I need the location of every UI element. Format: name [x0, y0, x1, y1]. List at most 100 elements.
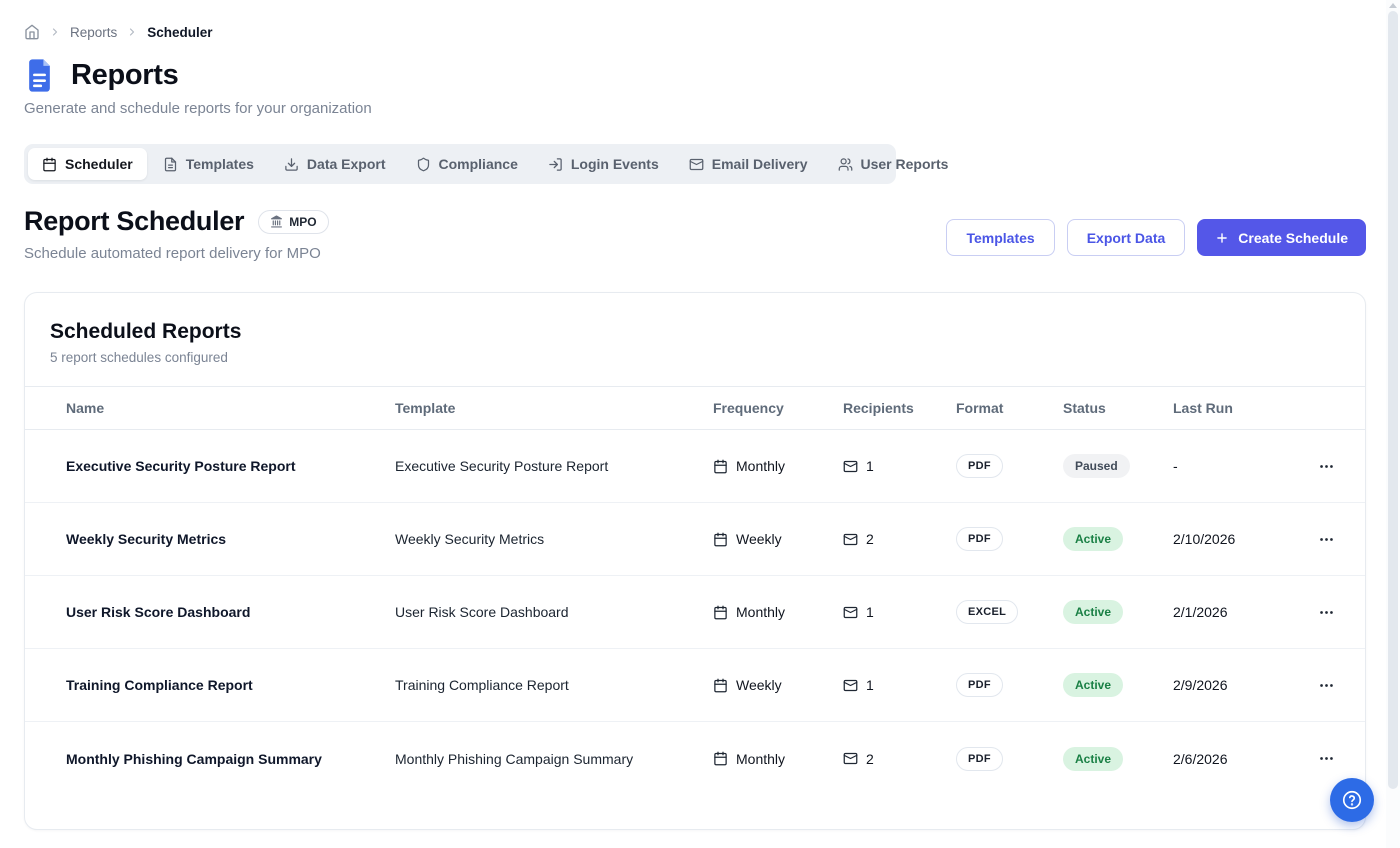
create-schedule-label: Create Schedule [1238, 230, 1348, 246]
schedule-frequency: Monthly [713, 751, 843, 767]
calendar-icon [713, 678, 728, 693]
question-mark-icon [1341, 789, 1363, 811]
breadcrumb-reports[interactable]: Reports [70, 25, 117, 40]
format-badge: PDF [956, 454, 1003, 478]
mail-icon [843, 751, 858, 766]
format-badge: EXCEL [956, 600, 1018, 624]
recipients-count: 2 [866, 751, 874, 767]
chevron-right-icon [126, 26, 138, 38]
card-subtitle: 5 report schedules configured [50, 350, 1340, 365]
schedule-recipients: 2 [843, 751, 956, 767]
column-header-name: Name [66, 400, 395, 416]
column-header-lastrun: Last Run [1173, 400, 1306, 416]
format-badge: PDF [956, 527, 1003, 551]
export-data-button[interactable]: Export Data [1067, 219, 1186, 256]
tab-user-reports[interactable]: User Reports [824, 148, 963, 180]
download-icon [284, 157, 299, 172]
mail-icon [843, 532, 858, 547]
help-button[interactable] [1330, 778, 1374, 822]
table-row: Executive Security Posture Report Execut… [25, 430, 1365, 503]
scheduler-title: Report Scheduler [24, 206, 244, 237]
scheduler-subtitle: Schedule automated report delivery for M… [24, 245, 329, 262]
scrollbar-up-arrow[interactable] [1389, 3, 1397, 8]
column-header-format: Format [956, 400, 1063, 416]
schedule-frequency: Weekly [713, 531, 843, 547]
table-row: Training Compliance Report Training Comp… [25, 649, 1365, 722]
format-badge: PDF [956, 747, 1003, 771]
schedule-name: User Risk Score Dashboard [66, 604, 395, 620]
frequency-label: Monthly [736, 604, 785, 620]
recipients-count: 1 [866, 677, 874, 693]
tab-compliance[interactable]: Compliance [402, 148, 532, 180]
schedule-recipients: 1 [843, 677, 956, 693]
column-header-status: Status [1063, 400, 1173, 416]
tab-templates[interactable]: Templates [149, 148, 268, 180]
scheduler-section-header: Report Scheduler MPO Schedule automated … [24, 206, 1366, 262]
table-row: Monthly Phishing Campaign Summary Monthl… [25, 722, 1365, 795]
tab-label: Data Export [307, 156, 386, 172]
mail-icon [843, 459, 858, 474]
column-header-frequency: Frequency [713, 400, 843, 416]
tab-label: User Reports [861, 156, 949, 172]
calendar-icon [42, 157, 57, 172]
schedule-template: User Risk Score Dashboard [395, 604, 713, 620]
schedule-recipients: 2 [843, 531, 956, 547]
vertical-scrollbar[interactable] [1386, 0, 1400, 848]
home-icon[interactable] [24, 24, 40, 40]
last-run: 2/1/2026 [1173, 604, 1306, 620]
status-badge: Active [1063, 527, 1123, 551]
schedule-name: Executive Security Posture Report [66, 458, 395, 474]
row-actions-menu[interactable] [1311, 672, 1341, 698]
format-badge: PDF [956, 673, 1003, 697]
building-icon [270, 215, 283, 228]
mail-icon [843, 678, 858, 693]
recipients-count: 1 [866, 604, 874, 620]
card-title: Scheduled Reports [50, 320, 1340, 344]
org-badge: MPO [258, 210, 328, 234]
report-document-icon [24, 58, 55, 93]
recipients-count: 2 [866, 531, 874, 547]
row-actions-menu[interactable] [1311, 526, 1341, 552]
column-header-recipients: Recipients [843, 400, 956, 416]
schedule-frequency: Weekly [713, 677, 843, 693]
page-header: Reports Generate and schedule reports fo… [24, 58, 372, 117]
table-header: Name Template Frequency Recipients Forma… [25, 386, 1365, 430]
tab-label: Templates [186, 156, 254, 172]
status-badge: Active [1063, 673, 1123, 697]
shield-icon [416, 157, 431, 172]
status-badge: Active [1063, 747, 1123, 771]
tab-data-export[interactable]: Data Export [270, 148, 400, 180]
table-row: User Risk Score Dashboard User Risk Scor… [25, 576, 1365, 649]
status-badge: Active [1063, 600, 1123, 624]
tab-scheduler[interactable]: Scheduler [28, 148, 147, 180]
row-actions-menu[interactable] [1311, 453, 1341, 479]
create-schedule-button[interactable]: Create Schedule [1197, 219, 1366, 256]
last-run: 2/10/2026 [1173, 531, 1306, 547]
calendar-icon [713, 605, 728, 620]
schedule-frequency: Monthly [713, 458, 843, 474]
calendar-icon [713, 751, 728, 766]
row-actions-menu[interactable] [1311, 599, 1341, 625]
row-actions-menu[interactable] [1311, 746, 1341, 772]
report-tabbar: Scheduler Templates Data Export Complian… [24, 144, 896, 184]
users-icon [838, 157, 853, 172]
org-badge-label: MPO [289, 215, 316, 229]
tab-email-delivery[interactable]: Email Delivery [675, 148, 822, 180]
last-run: 2/6/2026 [1173, 751, 1306, 767]
breadcrumb-scheduler: Scheduler [147, 25, 212, 40]
chevron-right-icon [49, 26, 61, 38]
last-run: - [1173, 458, 1306, 474]
schedule-template: Monthly Phishing Campaign Summary [395, 751, 713, 767]
tab-login-events[interactable]: Login Events [534, 148, 673, 180]
templates-button[interactable]: Templates [946, 219, 1054, 256]
tab-label: Scheduler [65, 156, 133, 172]
tab-label: Login Events [571, 156, 659, 172]
table-row: Weekly Security Metrics Weekly Security … [25, 503, 1365, 576]
recipients-count: 1 [866, 458, 874, 474]
schedule-template: Executive Security Posture Report [395, 458, 713, 474]
schedule-name: Training Compliance Report [66, 677, 395, 693]
last-run: 2/9/2026 [1173, 677, 1306, 693]
page-title: Reports [71, 59, 178, 92]
scrollbar-thumb[interactable] [1388, 11, 1398, 789]
status-badge: Paused [1063, 454, 1130, 478]
